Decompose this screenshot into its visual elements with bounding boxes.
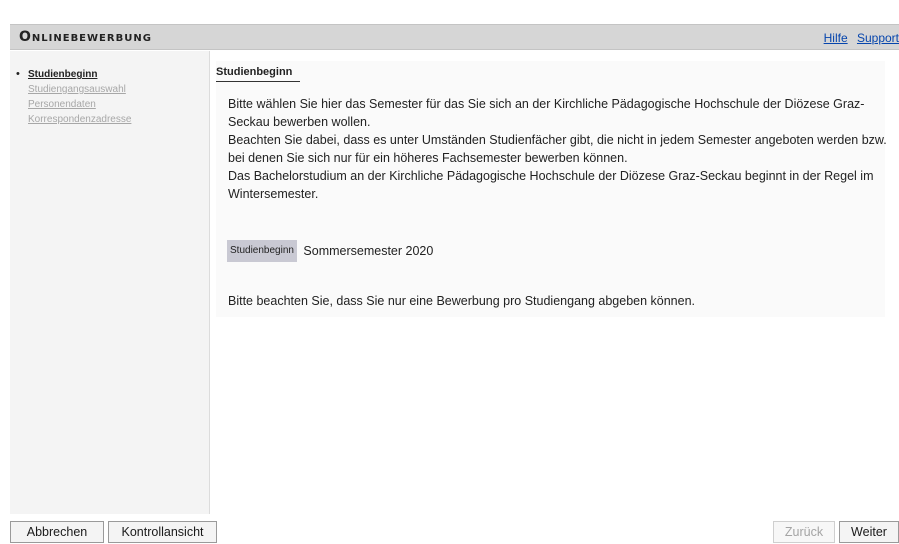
sidebar-link-studienbeginn[interactable]: Studienbeginn xyxy=(28,69,97,80)
intro-text: Bitte wählen Sie hier das Semester für d… xyxy=(228,95,898,203)
footer-toolbar: Abbrechen Kontrollansicht Zurück Weiter xyxy=(0,515,899,544)
app-header: Onlinebewerbung Hilfe Support xyxy=(10,24,899,50)
review-button[interactable]: Kontrollansicht xyxy=(108,521,217,543)
sidebar-item-studiengangsauswahl: Studiengangsauswahl xyxy=(16,82,209,97)
step-list: Studienbeginn Studiengangsauswahl Person… xyxy=(10,51,209,127)
next-button[interactable]: Weiter xyxy=(839,521,899,543)
header-links: Hilfe Support xyxy=(818,31,899,45)
sidebar-link-personendaten[interactable]: Personendaten xyxy=(28,99,96,110)
sidebar-item-korrespondenzadresse: Korrespondenzadresse xyxy=(16,112,209,127)
cancel-button[interactable]: Abbrechen xyxy=(10,521,104,543)
app-title: Onlinebewerbung xyxy=(19,29,152,45)
intro-paragraph: Bitte wählen Sie hier das Semester für d… xyxy=(228,97,865,129)
main-content: Studienbeginn Bitte wählen Sie hier das … xyxy=(210,51,899,514)
studienbeginn-label: Studienbeginn xyxy=(227,240,297,262)
application-notice: Bitte beachten Sie, dass Sie nur eine Be… xyxy=(228,294,696,308)
sidebar-item-studienbeginn: Studienbeginn xyxy=(16,67,209,82)
intro-paragraph: Beachten Sie dabei, dass es unter Umstän… xyxy=(228,133,887,165)
studienbeginn-field: Studienbeginn Sommersemester 2020 xyxy=(227,240,433,262)
support-link[interactable]: Support xyxy=(857,31,899,45)
section-tab: Studienbeginn xyxy=(216,66,301,82)
intro-paragraph: Das Bachelorstudium an der Kirchliche Pä… xyxy=(228,169,874,201)
back-button[interactable]: Zurück xyxy=(773,521,835,543)
studienbeginn-value: Sommersemester 2020 xyxy=(303,244,434,258)
sidebar-link-studiengangsauswahl[interactable]: Studiengangsauswahl xyxy=(28,84,126,95)
help-link[interactable]: Hilfe xyxy=(824,31,848,45)
sidebar-nav: Studienbeginn Studiengangsauswahl Person… xyxy=(10,51,210,514)
sidebar-link-korrespondenzadresse[interactable]: Korrespondenzadresse xyxy=(28,114,131,125)
sidebar-item-personendaten: Personendaten xyxy=(16,97,209,112)
